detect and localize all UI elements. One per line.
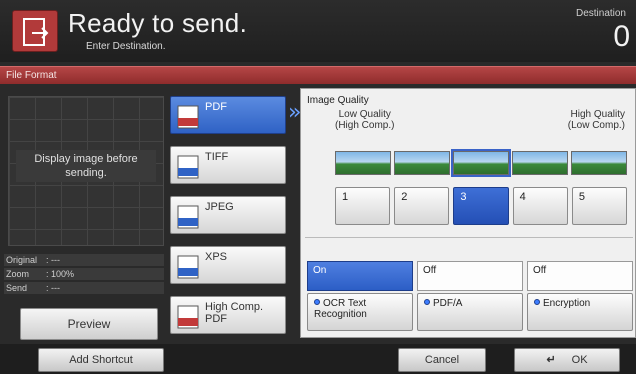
encryption-status: Off [527,261,633,291]
cancel-button[interactable]: Cancel [398,348,486,372]
quality-level-5-button[interactable]: 5 [571,187,628,225]
high-quality-line1: High Quality [570,109,625,120]
encryption-button[interactable]: Encryption [527,293,633,331]
send-icon [12,10,58,52]
pdfa-status: Off [417,261,523,291]
option-indicator-icon [314,299,320,305]
landscape-thumbnail [451,149,511,177]
original-label: Original [6,255,38,265]
footer-bar: Add Shortcut Cancel ↵ OK [0,344,636,374]
destination-label: Destination [575,8,626,19]
high-comp-pdf-file-icon [177,305,199,329]
preview-button[interactable]: Preview [20,308,158,340]
quality-level-4-button[interactable]: 4 [512,187,568,225]
ocr-label-line1: OCR Text [323,298,367,309]
landscape-thumbnail [335,151,391,175]
format-label: XPS [205,251,228,263]
ok-button[interactable]: ↵ OK [514,348,620,372]
pdfa-button[interactable]: PDF/A [417,293,523,331]
header: Ready to send. Enter Destination. Destin… [0,0,636,62]
send-value: : --- [46,283,60,293]
format-label: JPEG [205,201,234,213]
jpeg-file-icon [177,205,199,229]
zoom-value: : 100% [46,269,75,279]
format-label: PDF [205,101,227,113]
send-info: Send : --- [6,283,60,293]
original-value: : --- [46,255,60,265]
quality-level-selector: 1 2 3 4 5 [335,187,628,225]
quality-thumbnails [335,149,627,177]
landscape-thumbnail [512,151,568,175]
ok-label: OK [571,354,588,366]
quality-level-2-button[interactable]: 2 [394,187,450,225]
format-label: High Comp. PDF [205,301,264,325]
section-bar: File Format [0,66,636,84]
encryption-label: Encryption [543,298,591,309]
format-label: TIFF [205,151,229,163]
high-quality-line2: (Low Comp.) [567,120,625,131]
format-pdf-button[interactable]: PDF [170,96,286,134]
page-subtitle: Enter Destination. [86,41,166,52]
option-indicator-icon [534,299,540,305]
ocr-status: On [307,261,413,291]
landscape-thumbnail [394,151,450,175]
tiff-file-icon [177,155,199,179]
zoom-info: Zoom : 100% [6,269,74,279]
xps-file-icon [177,255,199,279]
quality-level-1-button[interactable]: 1 [335,187,391,225]
enter-icon: ↵ [546,354,556,366]
format-high-comp-pdf-button[interactable]: High Comp. PDF [170,296,286,334]
high-quality-label: High Quality (Low Comp.) [568,109,625,131]
ocr-label-line2: Recognition [314,309,367,320]
landscape-thumbnail [571,151,627,175]
add-shortcut-button[interactable]: Add Shortcut [38,348,164,372]
ocr-text-recognition-button[interactable]: OCR Text Recognition [307,293,413,331]
pdfa-label: PDF/A [433,298,463,309]
option-indicator-icon [424,299,430,305]
send-label: Send [6,283,28,293]
format-tiff-button[interactable]: TIFF [170,146,286,184]
low-quality-label: Low Quality (High Comp.) [335,109,394,131]
option-button-row: OCR Text Recognition PDF/A Encryption [307,293,633,331]
image-quality-panel: Image Quality Low Quality (High Comp.) H… [300,88,636,338]
divider [305,237,633,238]
format-xps-button[interactable]: XPS [170,246,286,284]
format-jpeg-button[interactable]: JPEG [170,196,286,234]
zoom-label: Zoom [6,269,30,279]
section-title: File Format [6,70,57,81]
image-quality-title: Image Quality [307,95,369,106]
low-quality-line2: (High Comp.) [335,120,395,131]
page-title: Ready to send. [68,8,248,38]
preview-message: Display image before sending. [16,150,156,182]
pdf-file-icon [177,105,199,129]
low-quality-line1: Low Quality [338,109,391,120]
original-info: Original : --- [6,255,60,265]
option-status-row: On Off Off [307,261,633,291]
destination-count: 0 [613,20,630,53]
send-screen: Ready to send. Enter Destination. Destin… [0,0,636,374]
quality-level-3-button[interactable]: 3 [453,187,509,225]
